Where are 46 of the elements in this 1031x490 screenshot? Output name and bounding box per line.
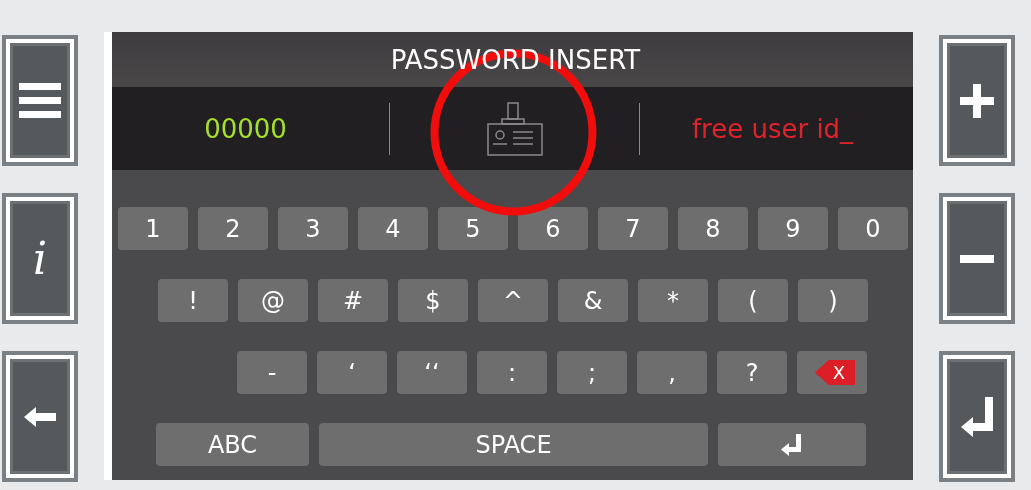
- keyboard-key[interactable]: 3: [278, 207, 348, 250]
- minus-icon: [960, 254, 994, 263]
- keyboard-key[interactable]: 1: [118, 207, 188, 250]
- keyboard-key[interactable]: @: [238, 279, 308, 322]
- id-card-icon: [486, 101, 543, 156]
- enter-icon: [781, 433, 803, 456]
- plus-icon: [960, 83, 994, 118]
- keyboard-key[interactable]: 7: [598, 207, 668, 250]
- keyboard-key[interactable]: :: [477, 351, 547, 394]
- keyboard-key[interactable]: 0: [838, 207, 908, 250]
- keyboard-key[interactable]: 8: [678, 207, 748, 250]
- keyboard-key[interactable]: 6: [518, 207, 588, 250]
- keyboard-key[interactable]: ): [798, 279, 868, 322]
- keyboard-key[interactable]: 2: [198, 207, 268, 250]
- menu-icon: [19, 82, 61, 119]
- keyboard-key[interactable]: &: [558, 279, 628, 322]
- keyboard-key[interactable]: 4: [358, 207, 428, 250]
- keyboard-key[interactable]: #: [318, 279, 388, 322]
- enter-button[interactable]: [939, 351, 1015, 482]
- enter-icon: [961, 396, 993, 437]
- keyboard-key[interactable]: (: [718, 279, 788, 322]
- keyboard-key[interactable]: $: [398, 279, 468, 322]
- keyboard-key[interactable]: ,: [637, 351, 707, 394]
- backspace-key[interactable]: X: [797, 351, 867, 394]
- mode-key[interactable]: ABC: [156, 423, 309, 466]
- info-label: i: [32, 236, 48, 281]
- menu-button[interactable]: [2, 35, 78, 166]
- back-button[interactable]: [2, 351, 78, 482]
- keyboard-key[interactable]: ‘‘: [397, 351, 467, 394]
- keyboard-key[interactable]: *: [638, 279, 708, 322]
- user-number: 00000: [204, 113, 287, 144]
- keyboard-key[interactable]: 5: [438, 207, 508, 250]
- keyboard-key[interactable]: -: [237, 351, 307, 394]
- keyboard-key[interactable]: ?: [717, 351, 787, 394]
- keyboard-key[interactable]: 9: [758, 207, 828, 250]
- minus-button[interactable]: [939, 193, 1015, 324]
- space-key[interactable]: SPACE: [319, 423, 708, 466]
- keyboard-key[interactable]: !: [158, 279, 228, 322]
- info-button[interactable]: i: [2, 193, 78, 324]
- user-id-field[interactable]: free user id_: [691, 113, 854, 144]
- plus-button[interactable]: [939, 35, 1015, 166]
- keyboard-key[interactable]: ‘: [317, 351, 387, 394]
- left-arrow-icon: [24, 406, 56, 427]
- keyboard-key[interactable]: ^: [478, 279, 548, 322]
- enter-key[interactable]: [718, 423, 866, 466]
- keyboard-key[interactable]: ;: [557, 351, 627, 394]
